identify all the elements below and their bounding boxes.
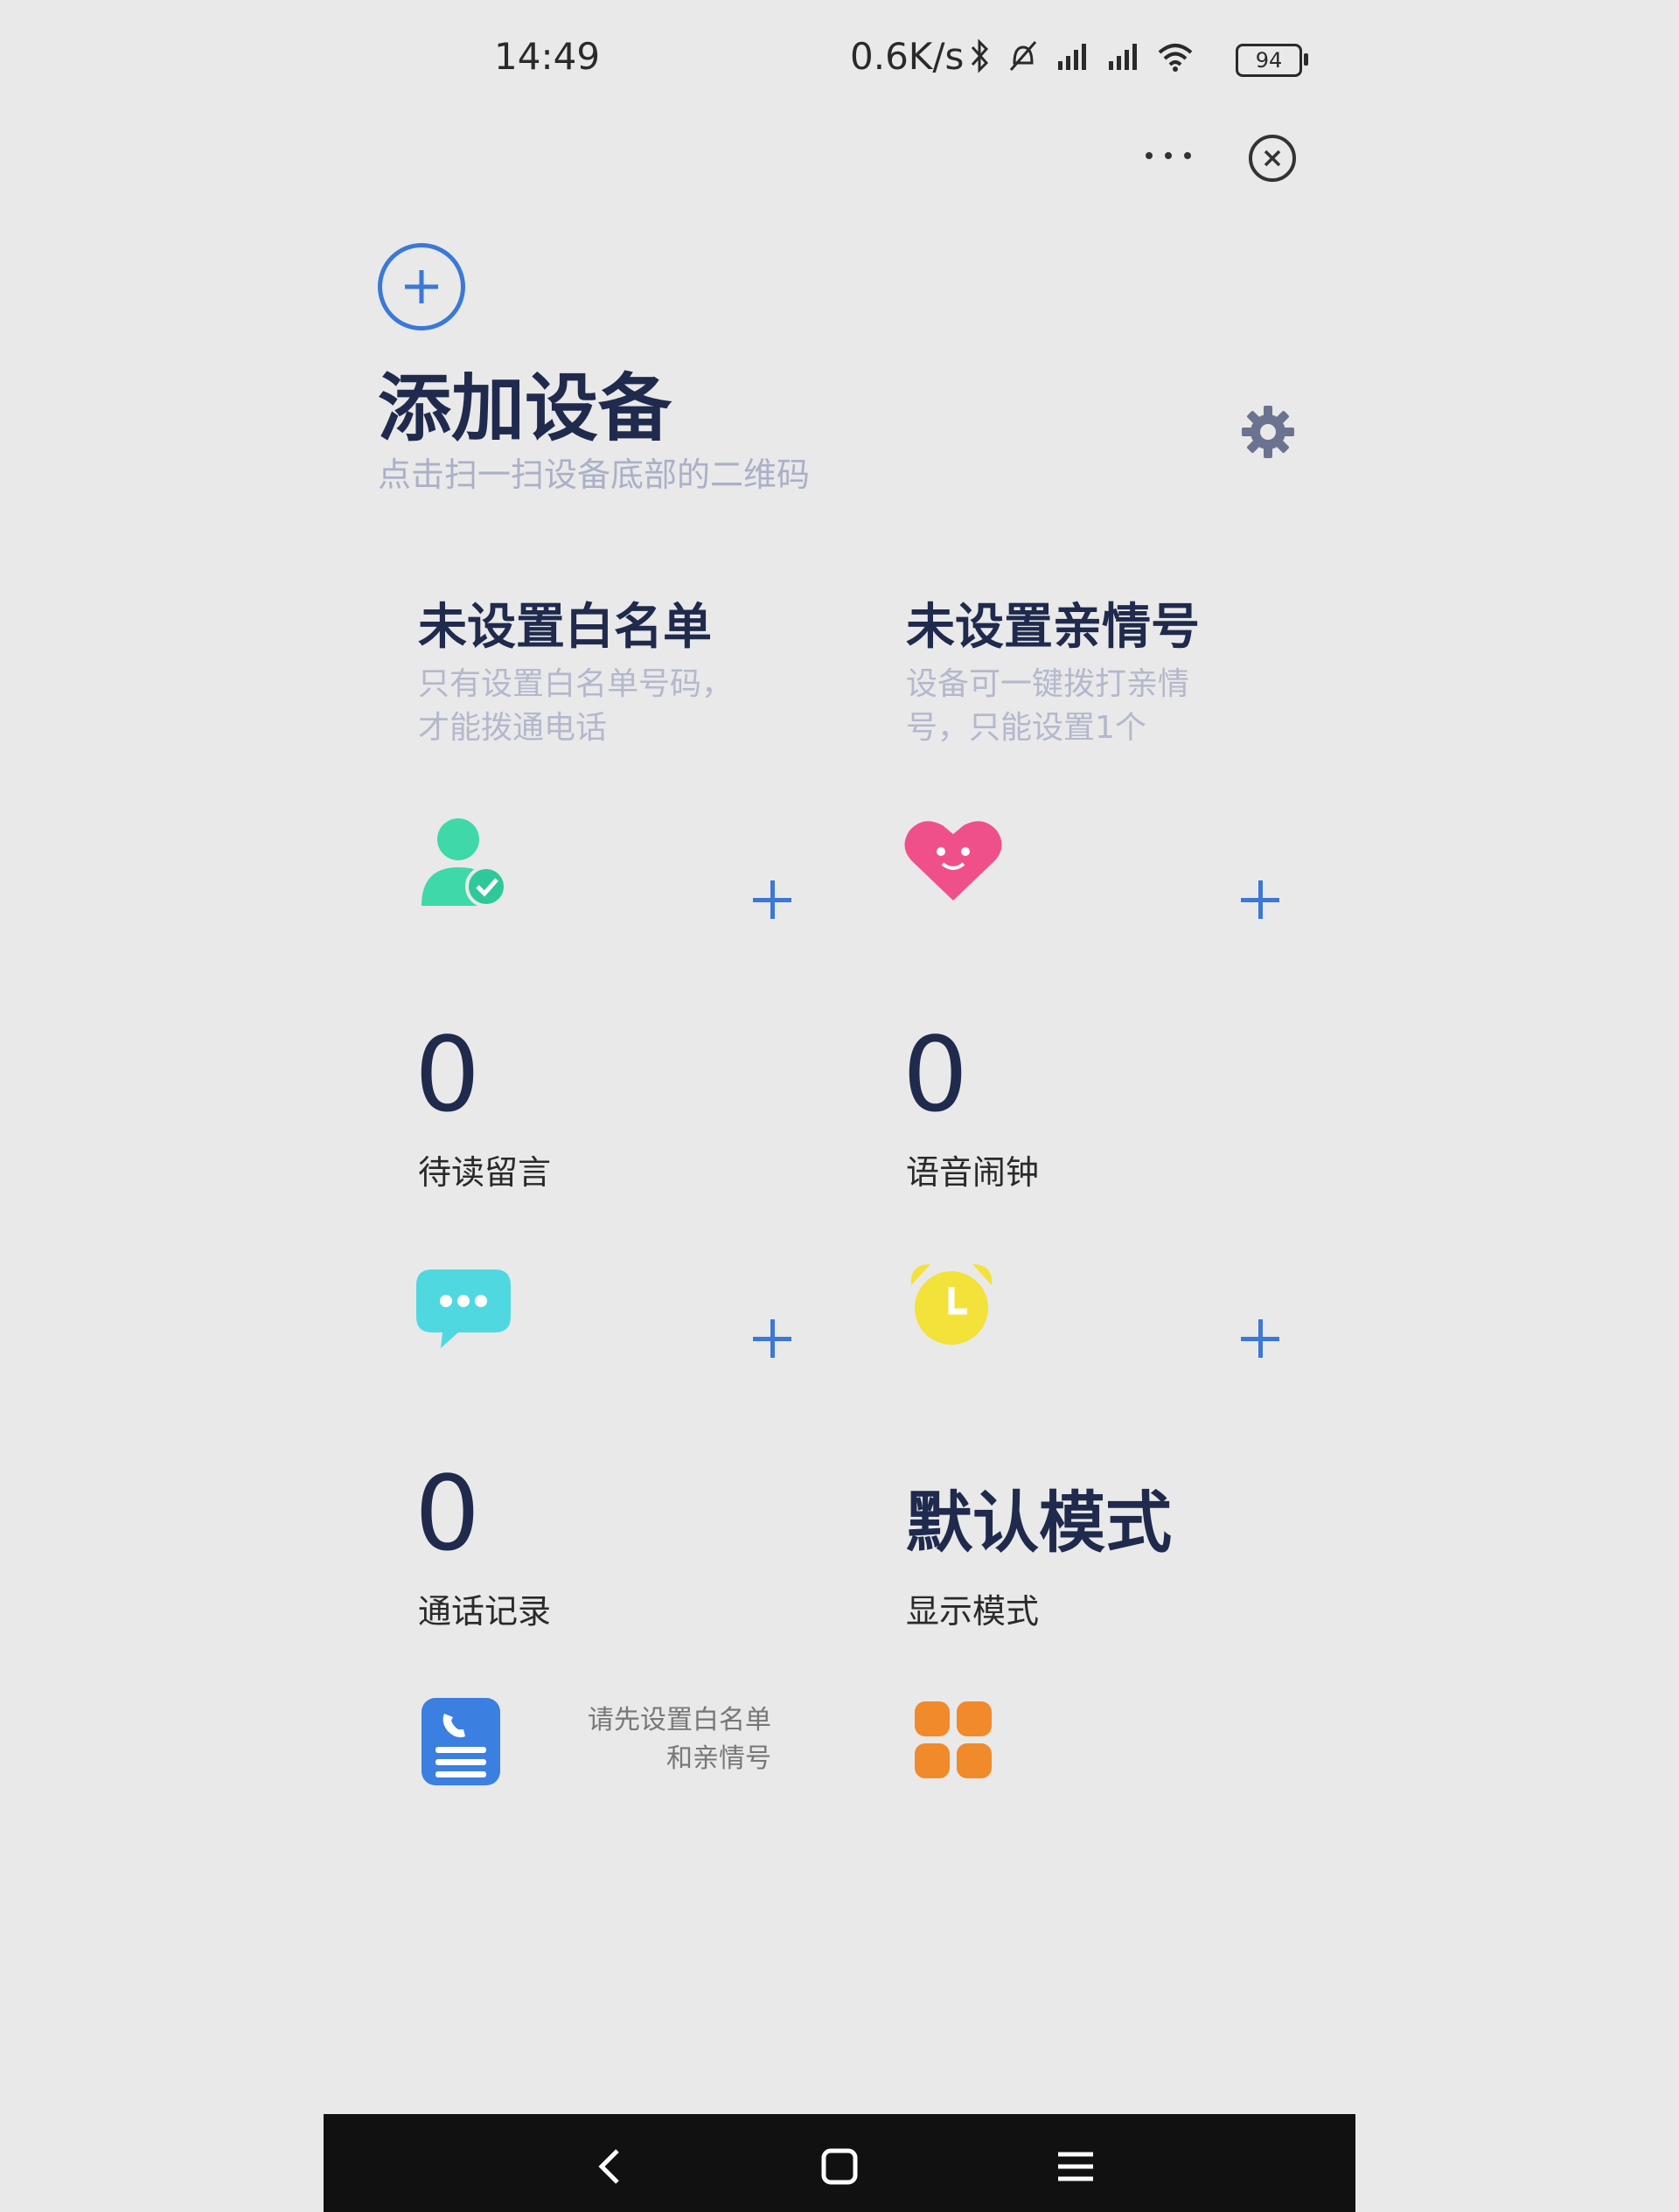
status-bar: 14:49 0.6K/s 94 [324, 35, 1355, 87]
user-check-icon [421, 818, 507, 908]
add-device-subtitle: 点击扫一扫设备底部的二维码 [378, 456, 811, 494]
calls-label: 通话记录 [418, 1592, 552, 1631]
more-dots-icon [1146, 152, 1191, 159]
plus-icon [405, 270, 438, 303]
calls-hint-line1: 请先设置白名单 [588, 1705, 771, 1736]
message-bubble-icon [416, 1269, 511, 1348]
close-icon [1264, 150, 1281, 167]
close-button[interactable] [1249, 135, 1296, 182]
add-message-button[interactable] [750, 1317, 794, 1360]
whitelist-title: 未设置白名单 [418, 599, 712, 656]
more-options-button[interactable] [1140, 142, 1196, 177]
family-desc: 设备可一键拨打亲情 号，只能设置1个 [906, 663, 1238, 750]
family-desc-line2: 号，只能设置1个 [906, 710, 1146, 746]
mute-bell-icon [1009, 41, 1037, 71]
calls-hint: 请先设置白名单 和亲情号 [542, 1701, 771, 1778]
recent-apps-icon[interactable] [1049, 2140, 1102, 2193]
add-family-number-button[interactable] [1238, 878, 1282, 922]
add-device-title[interactable]: 添加设备 [378, 350, 672, 456]
bluetooth-icon [971, 38, 989, 73]
phone-screen: 14:49 0.6K/s 94 添加设备 点击扫一扫设备底部的二维码 未设置白名… [324, 0, 1355, 2212]
calls-count: 0 [415, 1453, 481, 1574]
messages-label: 待读留言 [418, 1153, 552, 1192]
add-device-button[interactable] [378, 243, 465, 330]
home-icon[interactable] [813, 2140, 866, 2193]
signal-icon-1 [1058, 44, 1086, 70]
grid-apps-icon [915, 1701, 992, 1778]
heart-smile-icon [904, 821, 1002, 901]
battery-indicator: 94 [1236, 44, 1308, 77]
wifi-icon [1158, 44, 1193, 72]
add-alarm-button[interactable] [1238, 1317, 1282, 1360]
settings-gear-icon[interactable] [1240, 404, 1296, 460]
system-nav-bar [324, 2114, 1355, 2212]
status-net-speed: 0.6K/s [850, 35, 965, 78]
alarm-clock-icon [910, 1264, 993, 1345]
family-desc-line1: 设备可一键拨打亲情 [906, 666, 1190, 702]
call-log-icon [421, 1698, 500, 1785]
family-title: 未设置亲情号 [906, 599, 1200, 656]
alarm-label: 语音闹钟 [906, 1153, 1040, 1192]
add-whitelist-button[interactable] [750, 878, 794, 922]
whitelist-desc: 只有设置白名单号码， 才能拨通电话 [418, 663, 750, 750]
calls-hint-line2: 和亲情号 [666, 1743, 771, 1774]
back-icon[interactable] [584, 2140, 637, 2193]
alarm-count: 0 [902, 1014, 969, 1135]
messages-count: 0 [415, 1014, 481, 1135]
signal-icon-2 [1109, 44, 1137, 70]
whitelist-desc-line1: 只有设置白名单号码， [418, 666, 734, 702]
display-mode-label: 显示模式 [906, 1592, 1040, 1631]
display-mode-value: 默认模式 [906, 1484, 1172, 1562]
status-icons [969, 38, 1195, 73]
status-time: 14:49 [494, 35, 601, 78]
whitelist-desc-line2: 才能拨通电话 [418, 710, 608, 746]
